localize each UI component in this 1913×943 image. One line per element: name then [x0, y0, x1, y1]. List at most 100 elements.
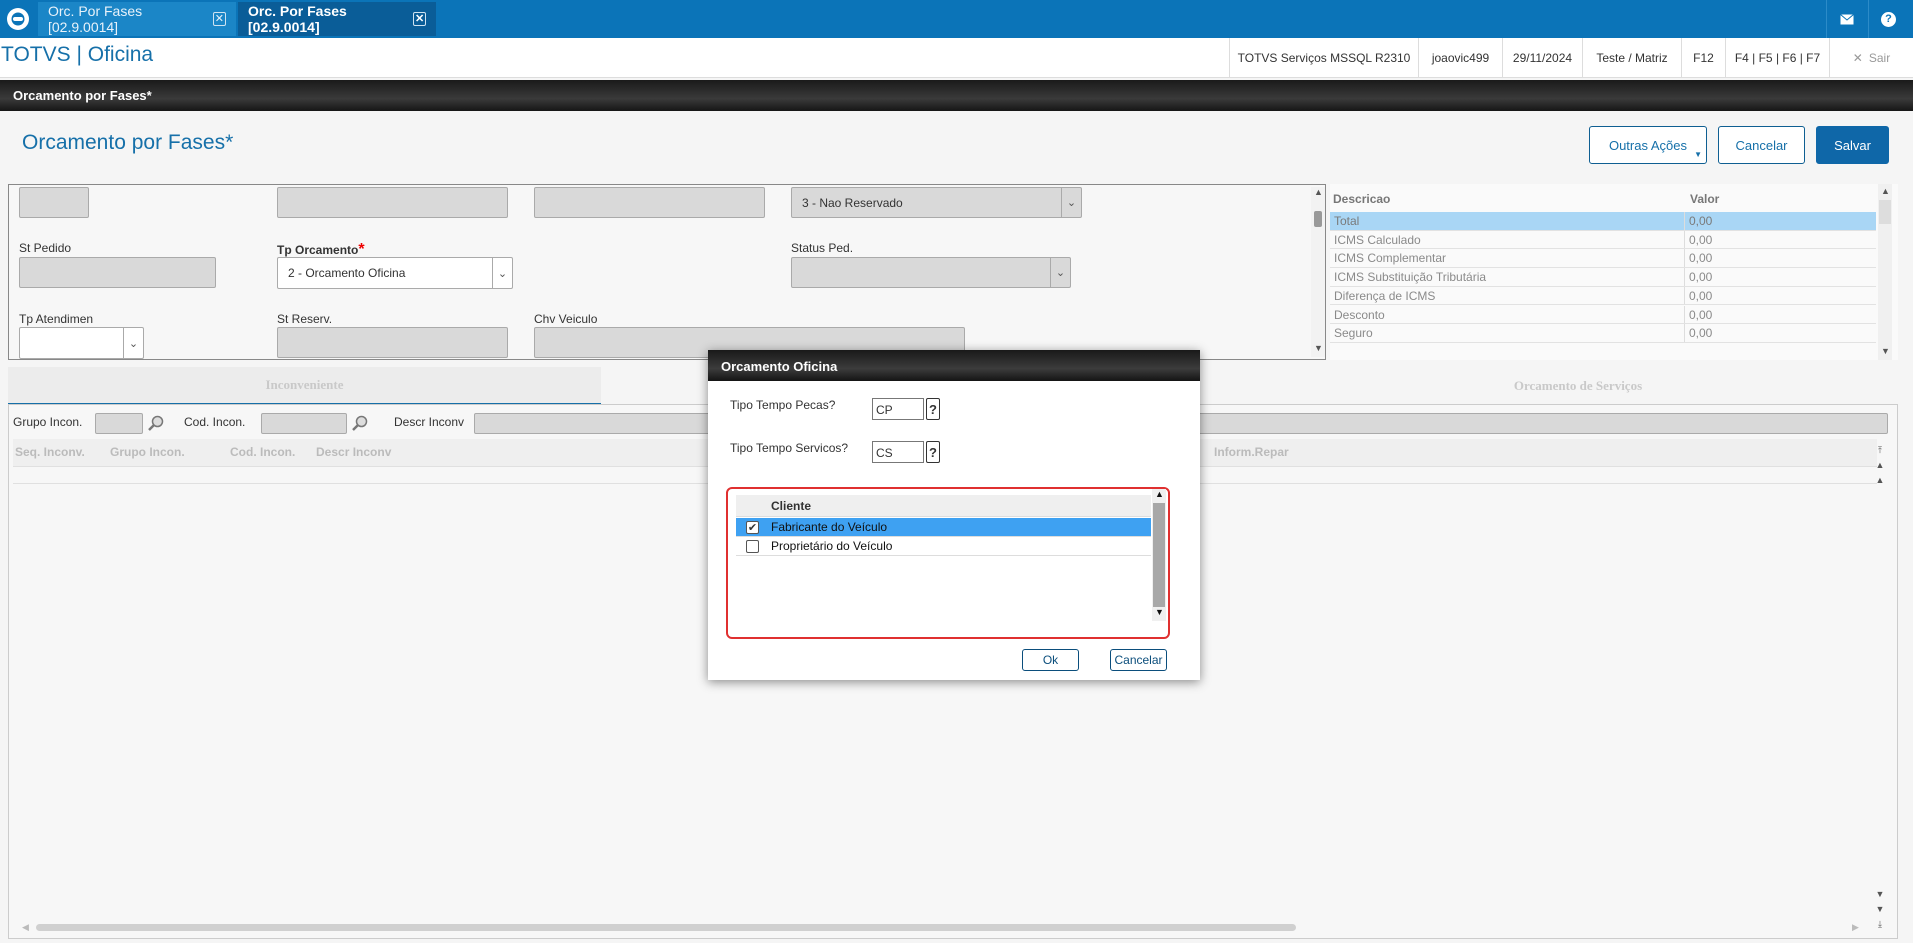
scroll-thumb[interactable] — [1879, 200, 1891, 224]
chevron-down-icon[interactable]: ⌄ — [492, 258, 512, 288]
cancel-button[interactable]: Cancelar — [1718, 126, 1805, 164]
cell-val: 0,00 — [1689, 251, 1713, 266]
tab-orc-por-fases-1[interactable]: Orc. Por Fases [02.9.0014] ✕ — [38, 2, 236, 36]
tab-label: Orc. Por Fases [02.9.0014] — [248, 3, 347, 35]
cell-desc: Total — [1330, 212, 1685, 230]
other-actions-label: Outras Ações — [1608, 137, 1688, 153]
top-tab-bar: Orc. Por Fases [02.9.0014] ✕ Orc. Por Fa… — [0, 0, 1913, 38]
pecas-help-button[interactable]: ? — [926, 398, 940, 420]
cell-val: 0,00 — [1689, 270, 1713, 285]
save-button[interactable]: Salvar — [1816, 126, 1889, 164]
form-scrollbar[interactable]: ▲ ▼ — [1311, 187, 1325, 357]
list-item[interactable]: ✔ Fabricante do Veículo — [736, 518, 1151, 537]
scroll-thumb[interactable] — [36, 924, 1296, 931]
cell-val: 0,00 — [1689, 214, 1713, 228]
checkbox-icon[interactable] — [746, 539, 759, 553]
search-icon[interactable] — [351, 414, 369, 435]
mail-icon[interactable] — [1826, 0, 1866, 38]
cell-desc: ICMS Substituição Tributária — [1330, 268, 1685, 286]
status-ped-select[interactable]: ⌄ — [791, 257, 1071, 288]
other-actions-button[interactable]: Outras Ações ▼ — [1589, 126, 1707, 164]
app-title: TOTVS | Oficina — [1, 43, 154, 66]
field-1[interactable] — [19, 187, 89, 218]
f12-key[interactable]: F12 — [1681, 38, 1725, 77]
page-title: Orcamento por Fases* — [22, 131, 234, 154]
table-row[interactable]: Seguro 0,00 — [1330, 324, 1876, 343]
exit-button[interactable]: ✕ Sair — [1829, 38, 1913, 77]
tp-orcamento-label-text: Tp Orcamento — [277, 243, 359, 257]
scroll-left-icon[interactable]: ◀ — [22, 922, 29, 933]
reserva-select[interactable]: 3 - Nao Reservado ⌄ — [791, 187, 1082, 218]
field-3[interactable] — [534, 187, 765, 218]
chevron-down-icon[interactable]: ⌄ — [1050, 258, 1070, 287]
dialog-cancel-button[interactable]: Cancelar — [1110, 649, 1167, 671]
table-row[interactable]: ICMS Substituição Tributária 0,00 — [1330, 268, 1876, 287]
scroll-down-icon[interactable]: ▼ — [1155, 607, 1164, 617]
table-row[interactable]: Diferença de ICMS 0,00 — [1330, 286, 1876, 306]
ok-button[interactable]: Ok — [1022, 649, 1079, 671]
summary-table: Descricao Valor Total 0,00 ICMS Calculado… — [1330, 184, 1898, 360]
st-pedido-field[interactable] — [19, 257, 216, 288]
chevron-down-icon[interactable]: ⌄ — [123, 328, 143, 358]
totvs-logo-icon[interactable] — [0, 0, 36, 38]
cell-val: 0,00 — [1689, 307, 1713, 322]
horizontal-scrollbar[interactable]: ◀ ▶ — [22, 922, 1897, 932]
tp-atendimen-select[interactable]: ⌄ — [19, 327, 144, 359]
field-2[interactable] — [277, 187, 508, 218]
scroll-down-icon[interactable]: ▼ — [1314, 343, 1323, 353]
scroll-down-icon[interactable]: ▼ — [1881, 346, 1890, 356]
tipo-tempo-servicos-input[interactable]: CS — [872, 441, 924, 463]
user-info: joaovic499 — [1418, 38, 1502, 77]
status-ped-label: Status Ped. — [791, 241, 854, 255]
form-panel: 3 - Nao Reservado ⌄ St Pedido Tp Orcamen… — [8, 184, 1326, 360]
summary-scrollbar[interactable]: ▲ ▼ — [1878, 184, 1892, 360]
table-row[interactable]: Desconto 0,00 — [1330, 305, 1876, 325]
tipo-tempo-pecas-input[interactable]: CP — [872, 398, 924, 420]
tab-orc-por-fases-2[interactable]: Orc. Por Fases [02.9.0014] ✕ — [238, 2, 436, 36]
scroll-up-icon[interactable]: ▲ — [1881, 186, 1890, 196]
environment-info[interactable]: Teste / Matriz — [1582, 38, 1681, 77]
list-item[interactable]: Proprietário do Veículo — [736, 537, 1151, 556]
scroll-thumb[interactable] — [1314, 211, 1322, 227]
cell-val: 0,00 — [1689, 326, 1713, 341]
close-tab-icon[interactable]: ✕ — [413, 12, 426, 26]
tp-orcamento-value: 2 - Orcamento Oficina — [288, 266, 406, 280]
tipo-tempo-servicos-label: Tipo Tempo Servicos? — [730, 441, 849, 455]
table-row[interactable]: ICMS Calculado 0,00 — [1330, 230, 1876, 250]
search-icon[interactable] — [147, 414, 165, 435]
st-reserv-field[interactable] — [277, 327, 508, 358]
list-header-label: Cliente — [771, 499, 812, 513]
list-scrollbar[interactable]: ▲ ▼ — [1152, 489, 1166, 621]
column-header-descricao: Descricao — [1333, 192, 1391, 206]
chevron-down-icon[interactable]: ⌄ — [1061, 188, 1081, 217]
chv-veiculo-label: Chv Veiculo — [534, 312, 598, 326]
tab-inconveniente[interactable]: Inconveniente — [8, 367, 601, 405]
cell-desc: ICMS Calculado — [1330, 230, 1685, 249]
list-item-label: Fabricante do Veículo — [771, 520, 888, 534]
column-header-seq: Seq. Inconv. — [15, 445, 85, 459]
grid-scroll-top-icons[interactable]: ⤒ ▲ ▲ — [1873, 443, 1887, 488]
tp-orcamento-select[interactable]: 2 - Orcamento Oficina ⌄ — [277, 257, 513, 289]
reserva-value: 3 - Nao Reservado — [802, 196, 903, 210]
checkbox-checked-icon[interactable]: ✔ — [746, 520, 759, 534]
cell-val: 0,00 — [1689, 232, 1713, 247]
tab-label: Orc. Por Fases [02.9.0014] — [48, 3, 143, 35]
scroll-thumb[interactable] — [1153, 503, 1165, 607]
servicos-help-button[interactable]: ? — [926, 441, 940, 463]
scroll-right-icon[interactable]: ▶ — [1852, 922, 1859, 933]
cell-desc: Diferença de ICMS — [1330, 286, 1685, 305]
help-icon[interactable]: ? — [1868, 0, 1908, 38]
table-row[interactable]: Total 0,00 — [1330, 212, 1876, 231]
table-row[interactable]: ICMS Complementar 0,00 — [1330, 249, 1876, 269]
list-header: Cliente — [736, 495, 1151, 517]
function-keys[interactable]: F4 | F5 | F6 | F7 — [1725, 38, 1829, 77]
cod-incon-filter-field[interactable] — [261, 413, 347, 434]
close-tab-icon[interactable]: ✕ — [212, 12, 226, 26]
tab-orcamento-servicos[interactable]: Orcamento de Serviços — [1308, 367, 1848, 405]
window-title: Orcamento por Fases* — [13, 88, 152, 103]
scroll-up-icon[interactable]: ▲ — [1155, 489, 1164, 499]
orcamento-oficina-dialog: Orcamento Oficina Tipo Tempo Pecas? CP ?… — [708, 350, 1200, 680]
column-header-grupo: Grupo Incon. — [110, 445, 185, 459]
scroll-up-icon[interactable]: ▲ — [1314, 187, 1323, 197]
grupo-incon-filter-field[interactable] — [95, 413, 143, 434]
